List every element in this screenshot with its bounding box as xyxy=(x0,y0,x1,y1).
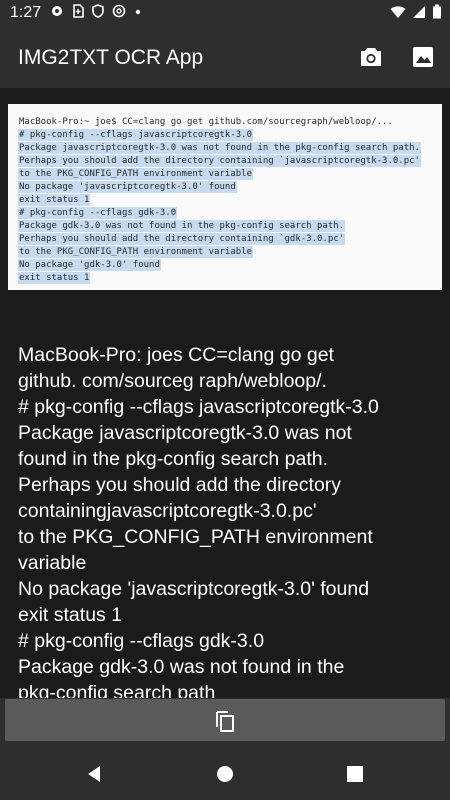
shield-icon xyxy=(92,4,104,18)
result-line: Perhaps you should add the directory xyxy=(18,474,342,496)
app-title: IMG2TXT OCR App xyxy=(18,46,204,69)
content-area: MacBook-Pro:~ joe$ CC=clang go get githu… xyxy=(0,88,450,698)
image-text-line: exit status 1 xyxy=(18,272,91,284)
image-text-line: Package javascriptcoregtk-3.0 was not fo… xyxy=(18,142,421,154)
image-text-line: No package 'gdk-3.0' found xyxy=(18,259,161,271)
recents-icon[interactable] xyxy=(344,763,366,785)
gear-icon xyxy=(52,6,62,16)
result-line: Package gdk-3.0 was not found in the xyxy=(18,656,345,678)
status-icons-left xyxy=(50,4,142,18)
status-time: 1:27 xyxy=(10,4,42,21)
result-line: # pkg-config --cflags javascriptcoregtk-… xyxy=(18,396,379,418)
image-text-line: Package gdk-3.0 was not found in the pkg… xyxy=(18,220,346,232)
image-text-line: Perhaps you should add the directory con… xyxy=(18,233,346,245)
result-line: MacBook-Pro: joes CC=clang go get xyxy=(18,344,334,366)
result-line: pkg-config search path xyxy=(18,682,216,698)
result-line: to the PKG_CONFIG_PATH environment xyxy=(18,526,373,548)
result-line: containingjavascriptcoregtk-3.0.pc' xyxy=(18,500,317,522)
copy-icon xyxy=(216,711,234,732)
dot-icon xyxy=(135,9,141,15)
image-text-line: to the PKG_CONFIG_PATH environment varia… xyxy=(18,168,253,180)
camera-icon xyxy=(361,48,381,66)
result-line: found in the pkg-config search path. xyxy=(18,448,329,470)
at-icon xyxy=(112,4,126,18)
navigation-bar xyxy=(0,748,450,800)
back-icon[interactable] xyxy=(84,763,106,785)
status-icons-right xyxy=(390,4,442,19)
app-bar: IMG2TXT OCR App xyxy=(0,26,450,88)
image-text-line: # pkg-config --cflags javascriptcoregtk-… xyxy=(18,129,253,141)
battery-icon xyxy=(433,4,441,19)
wifi-icon xyxy=(390,5,406,18)
image-text-line: to the PKG_CONFIG_PATH environment varia… xyxy=(18,246,253,258)
camera-button[interactable] xyxy=(354,40,388,74)
image-text-line: # pkg-config --cflags gdk-3.0 xyxy=(18,207,178,219)
captured-image: MacBook-Pro:~ joe$ CC=clang go get githu… xyxy=(8,104,442,290)
result-line: No package 'javascriptcoregtk-3.0' found xyxy=(18,578,370,600)
status-bar: 1:27 xyxy=(0,0,450,26)
sim-icon xyxy=(73,4,84,18)
result-line: github. com/sourceg raph/webloop/. xyxy=(18,370,327,392)
signal-icon xyxy=(413,5,425,18)
image-icon xyxy=(413,47,433,67)
result-line: exit status 1 xyxy=(18,604,123,626)
result-line: variable xyxy=(18,552,87,574)
result-line: Package javascriptcoregtk-3.0 was not xyxy=(18,422,352,444)
image-text-line: No package 'javascriptcoregtk-3.0' found xyxy=(18,181,237,193)
ocr-result-text[interactable]: MacBook-Pro: joes CC=clang go get github… xyxy=(18,342,438,698)
image-text-line: Perhaps you should add the directory con… xyxy=(18,155,421,167)
image-text-line: exit status 1 xyxy=(18,194,91,206)
copy-button[interactable] xyxy=(5,699,445,741)
gallery-button[interactable] xyxy=(406,40,440,74)
result-line: # pkg-config --cflags gdk-3.0 xyxy=(18,630,265,652)
home-icon[interactable] xyxy=(214,763,236,785)
image-text-line: MacBook-Pro:~ joe$ CC=clang go get githu… xyxy=(19,117,393,127)
